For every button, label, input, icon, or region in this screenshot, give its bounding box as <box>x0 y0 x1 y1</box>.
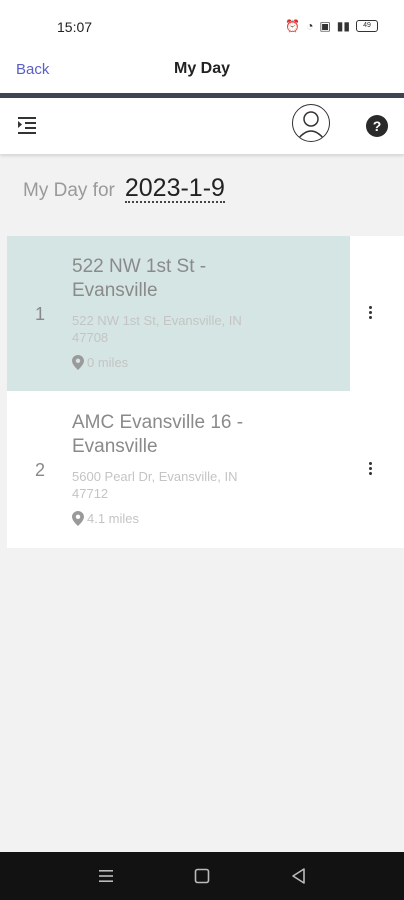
distance-label: 4.1 miles <box>87 511 140 526</box>
stops-list: 1 522 NW 1st St - Evansville 522 NW 1st … <box>7 236 404 548</box>
status-icons: ⏰ ◔ ▣ ▮▮ 49 <box>285 19 378 33</box>
location-pin-icon <box>72 355 84 370</box>
nfc-icon: ▣ <box>319 19 331 33</box>
stop-number: 2 <box>35 460 46 480</box>
battery-label: 49 <box>363 22 371 29</box>
stop-distance: 0 miles <box>72 355 128 370</box>
toolbar: ? <box>0 98 404 154</box>
battery-icon: 49 <box>356 20 378 32</box>
stop-address: 5600 Pearl Dr, Evansville, IN 47712 <box>72 469 238 501</box>
back-nav-icon[interactable] <box>289 866 309 886</box>
location-pin-icon <box>72 511 84 526</box>
nav-header: Back My Day <box>0 52 404 93</box>
signal-icon: ▮▮ <box>336 19 350 33</box>
wifi-icon: ◔ <box>306 19 314 33</box>
stop-address: 522 NW 1st St, Evansville, IN 47708 <box>72 313 242 345</box>
list-item[interactable]: 1 522 NW 1st St - Evansville 522 NW 1st … <box>7 236 404 392</box>
distance-label: 0 miles <box>87 355 129 370</box>
day-header: My Day for 2023-1-9 <box>23 175 225 203</box>
stop-number: 1 <box>35 304 46 324</box>
alarm-icon: ⏰ <box>285 19 301 33</box>
profile-icon[interactable] <box>292 104 330 142</box>
menu-indent-icon[interactable] <box>17 116 37 134</box>
home-icon[interactable] <box>192 866 212 886</box>
more-options-icon[interactable] <box>363 304 377 324</box>
status-bar: 15:07 ⏰ ◔ ▣ ▮▮ 49 <box>0 0 404 52</box>
date-picker[interactable]: 2023-1-9 <box>124 175 225 203</box>
status-time: 15:07 <box>57 19 93 35</box>
stop-name: AMC Evansville 16 - Evansville <box>72 412 244 457</box>
list-item[interactable]: 2 AMC Evansville 16 - Evansville 5600 Pe… <box>7 392 404 548</box>
more-options-icon[interactable] <box>363 460 377 480</box>
stop-distance: 4.1 miles <box>72 511 139 526</box>
page-title: My Day <box>173 60 231 77</box>
day-label: My Day for <box>23 180 115 201</box>
stop-name: 522 NW 1st St - Evansville <box>72 256 207 301</box>
system-nav-bar <box>0 852 404 900</box>
help-icon[interactable]: ? <box>366 115 388 137</box>
recents-icon[interactable] <box>96 866 116 886</box>
